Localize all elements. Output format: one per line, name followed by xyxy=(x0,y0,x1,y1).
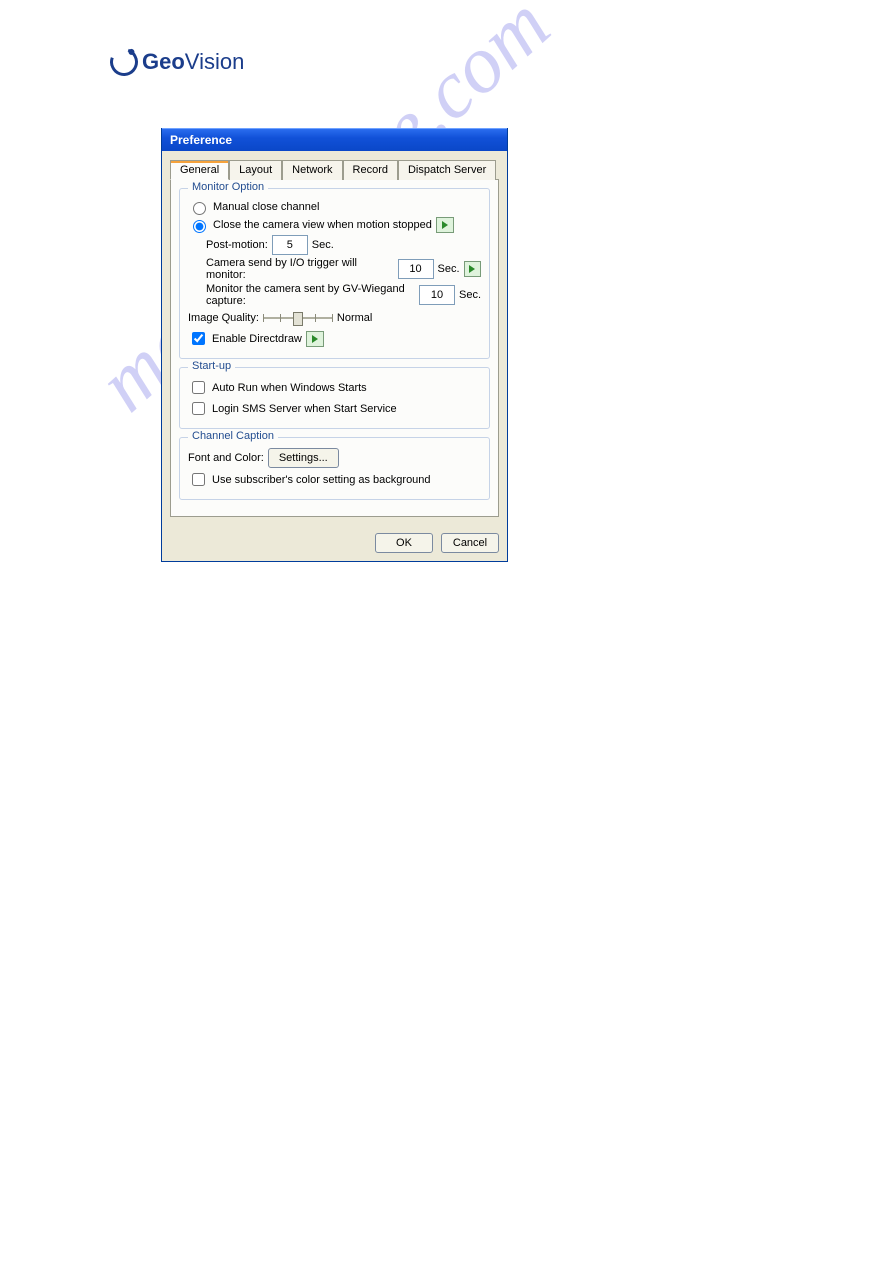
checkbox-enable-directdraw[interactable] xyxy=(192,332,205,345)
legend-channel-caption: Channel Caption xyxy=(188,430,278,442)
group-channel-caption: Channel Caption Font and Color: Settings… xyxy=(179,437,490,500)
slider-image-quality[interactable] xyxy=(263,311,333,325)
label-close-when-motion: Close the camera view when motion stoppe… xyxy=(213,219,432,231)
checkbox-use-subscriber-color[interactable] xyxy=(192,473,205,486)
brand-logo: GeoVision xyxy=(110,48,244,76)
cancel-button[interactable]: Cancel xyxy=(441,533,499,553)
tab-general[interactable]: General xyxy=(170,160,229,180)
tab-layout[interactable]: Layout xyxy=(229,160,282,180)
checkbox-auto-run[interactable] xyxy=(192,381,205,394)
input-io-trigger[interactable] xyxy=(398,259,434,279)
play-icon-io[interactable] xyxy=(464,261,481,277)
label-sec-1: Sec. xyxy=(312,239,334,251)
label-auto-run: Auto Run when Windows Starts xyxy=(212,382,367,394)
label-sec-2: Sec. xyxy=(438,263,460,275)
tab-page-general: Monitor Option Manual close channel Clos… xyxy=(170,180,499,517)
label-login-sms: Login SMS Server when Start Service xyxy=(212,403,397,415)
label-manual-close: Manual close channel xyxy=(213,201,319,213)
logo-geo: Geo xyxy=(142,49,185,75)
checkbox-login-sms[interactable] xyxy=(192,402,205,415)
dialog-button-row: OK Cancel xyxy=(162,525,507,561)
radio-manual-close[interactable] xyxy=(193,202,206,215)
play-icon-directdraw[interactable] xyxy=(306,331,324,347)
label-wiegand: Monitor the camera sent by GV-Wiegand ca… xyxy=(206,283,415,307)
label-image-quality-value: Normal xyxy=(337,312,372,324)
input-wiegand[interactable] xyxy=(419,285,455,305)
label-io-trigger: Camera send by I/O trigger will monitor: xyxy=(206,257,394,281)
input-post-motion[interactable] xyxy=(272,235,308,255)
label-font-and-color: Font and Color: xyxy=(188,452,264,464)
group-startup: Start-up Auto Run when Windows Starts Lo… xyxy=(179,367,490,429)
label-image-quality: Image Quality: xyxy=(188,312,259,324)
label-sec-3: Sec. xyxy=(459,289,481,301)
settings-button[interactable]: Settings... xyxy=(268,448,339,468)
logo-swirl-icon xyxy=(105,43,142,80)
legend-monitor-option: Monitor Option xyxy=(188,181,268,193)
preference-dialog: Preference General Layout Network Record… xyxy=(161,128,508,562)
group-monitor-option: Monitor Option Manual close channel Clos… xyxy=(179,188,490,359)
label-use-subscriber-color: Use subscriber's color setting as backgr… xyxy=(212,474,431,486)
label-post-motion: Post-motion: xyxy=(206,239,268,251)
logo-vision: Vision xyxy=(185,49,245,75)
radio-close-when-motion[interactable] xyxy=(193,220,206,233)
tab-strip: General Layout Network Record Dispatch S… xyxy=(170,159,499,180)
dialog-title: Preference xyxy=(162,128,507,151)
tab-network[interactable]: Network xyxy=(282,160,342,180)
legend-startup: Start-up xyxy=(188,360,235,372)
ok-button[interactable]: OK xyxy=(375,533,433,553)
label-enable-directdraw: Enable Directdraw xyxy=(212,333,302,345)
tab-dispatch[interactable]: Dispatch Server xyxy=(398,160,496,180)
play-icon-motion[interactable] xyxy=(436,217,454,233)
tab-record[interactable]: Record xyxy=(343,160,398,180)
